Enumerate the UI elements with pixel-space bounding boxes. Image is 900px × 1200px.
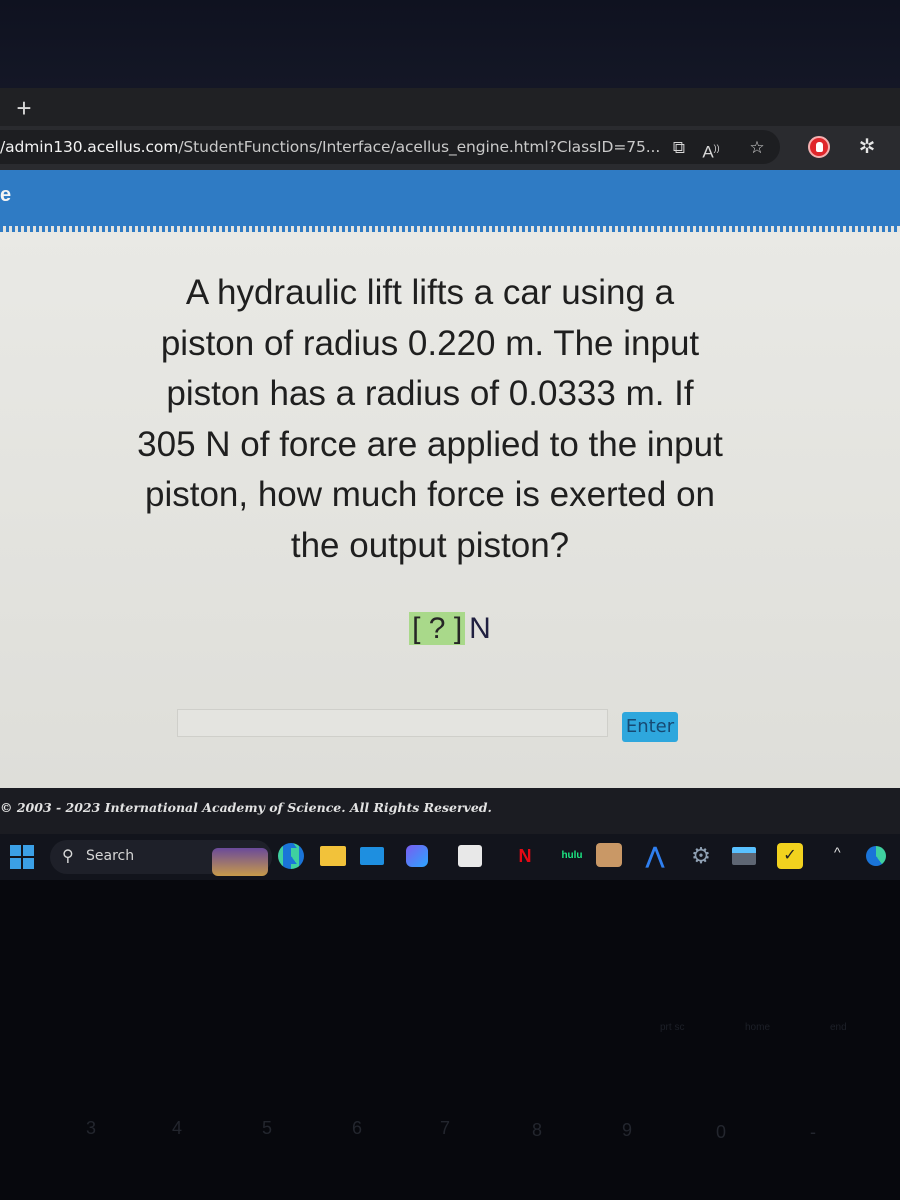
netflix-icon[interactable]: N [510,843,540,869]
key-label: prt sc [660,1022,685,1033]
key-label: end [830,1022,847,1033]
question-panel: A hydraulic lift lifts a car using a pis… [0,232,900,788]
url-host: /admin130.acellus.com [0,138,179,156]
question-line: piston, how much force is exerted on [144,475,715,514]
key-label: 4 [172,1118,183,1138]
mail-icon[interactable] [360,843,390,869]
page-header: e [0,170,900,230]
page-footer: © 2003 - 2023 International Academy of S… [0,788,900,834]
answer-unit: N [469,612,491,645]
browser-toolbar: /admin130.acellus.com/StudentFunctions/I… [0,126,900,170]
key-label: 3 [86,1118,97,1138]
search-highlight-art[interactable] [212,848,268,876]
url-text[interactable]: /admin130.acellus.com/StudentFunctions/I… [0,138,660,156]
answer-input[interactable] [177,709,608,737]
new-tab-button[interactable]: + [10,94,38,122]
game-app-icon[interactable] [596,843,626,869]
edge-icon[interactable] [278,843,308,869]
question-line: piston of radius 0.220 m. The input [160,323,700,363]
address-bar[interactable]: /admin130.acellus.com/StudentFunctions/I… [0,130,780,164]
key-label: 5 [262,1118,273,1138]
answer-template: [ ? ] N [0,612,900,646]
taskbar-search[interactable]: ⚲ Search [50,840,272,876]
extensions-icon[interactable]: ✲ [855,135,879,159]
app-a-icon[interactable]: ⋀ [640,843,670,869]
url-path: /StudentFunctions/Interface/acellus_engi… [178,138,661,156]
hulu-icon[interactable]: hulu [552,843,592,869]
settings-gear-icon[interactable]: ⚙ [686,843,716,869]
search-icon: ⚲ [62,848,74,865]
windows-taskbar: ⚲ Search N hulu ⋀ ⚙ ✓ ^ [0,834,900,880]
monitor-bezel [0,0,900,88]
search-label: Search [86,848,135,864]
open-in-app-icon[interactable]: ⧉ [668,137,690,159]
browser-tab-strip: + [0,88,900,130]
question-line: A hydraulic lift lifts a car using a [185,273,675,312]
page-title-fragment: e [0,184,12,206]
key-label: home [745,1022,771,1033]
windows-start-icon[interactable] [10,845,34,869]
adblock-extension-icon[interactable] [808,136,830,158]
file-explorer-icon[interactable] [320,843,350,869]
key-label: 9 [622,1120,633,1140]
norton-icon[interactable]: ✓ [777,843,807,869]
copyright-text: © 2003 - 2023 International Academy of S… [0,800,492,815]
microsoft-store-icon[interactable] [458,843,488,869]
key-label: 0 [716,1122,727,1142]
question-line: piston has a radius of 0.0333 m. If [166,374,694,413]
remote-desktop-icon[interactable] [732,843,762,869]
favorites-add-icon[interactable]: ☆ [746,137,768,159]
enter-button[interactable]: Enter [622,712,678,742]
key-label: 8 [532,1120,543,1140]
tray-edge-icon[interactable] [866,846,886,866]
question-line: 305 N of force are applied to the input [137,424,723,464]
tray-chevron-up-icon[interactable]: ^ [834,844,841,860]
question-line: the output piston? [290,525,570,565]
keyboard-background: prt sc home end 3 4 5 6 7 8 9 0 - [0,880,900,1200]
answer-placeholder-slot: [ ? ] [409,612,466,645]
question-text: A hydraulic lift lifts a car using a pis… [100,268,760,571]
key-label: - [810,1122,816,1142]
key-label: 7 [440,1118,451,1138]
read-aloud-icon[interactable]: A)) [700,137,722,162]
key-label: 6 [352,1118,363,1138]
copilot-icon[interactable] [406,843,436,869]
